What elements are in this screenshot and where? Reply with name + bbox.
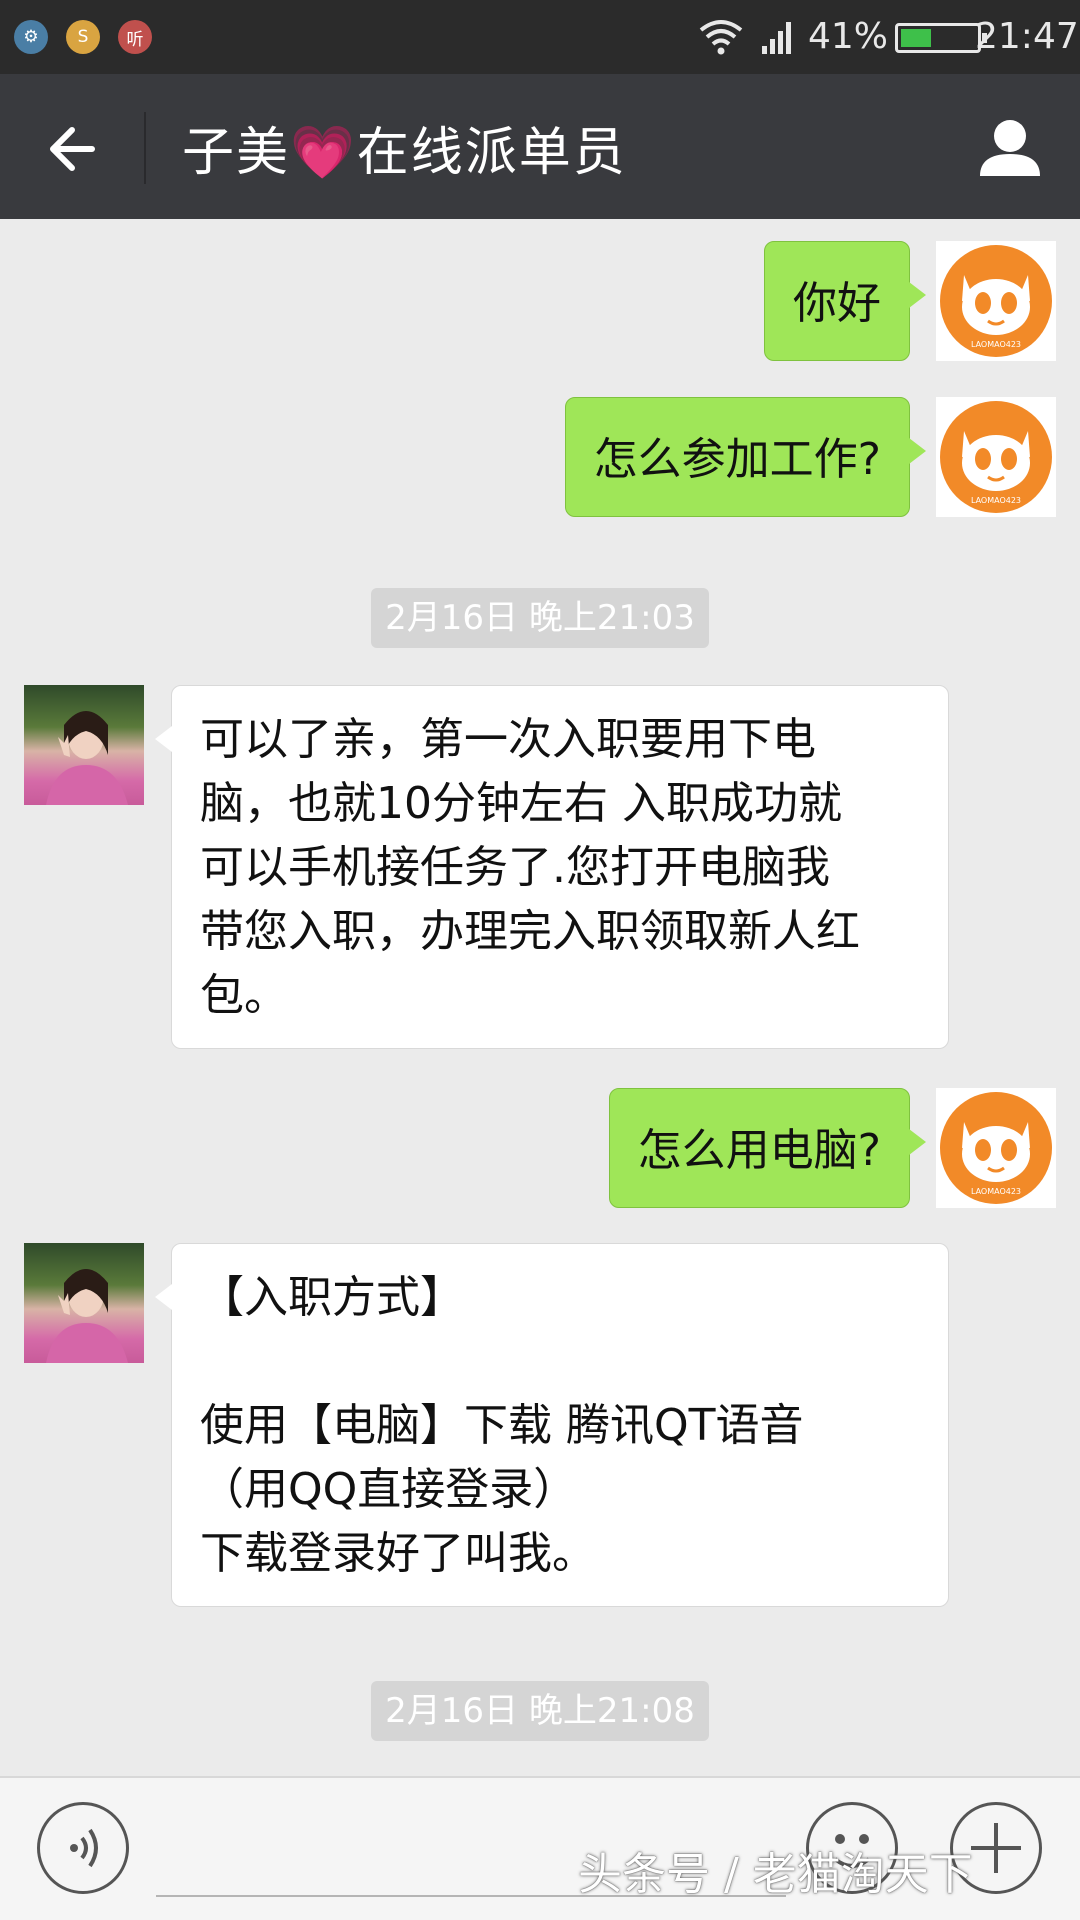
voice-input-button[interactable] <box>37 1802 129 1894</box>
my-message-bubble[interactable]: 怎么参加工作? <box>564 397 927 517</box>
chat-header: 子美💗在线派单员 <box>0 74 1080 219</box>
girl-photo-avatar-icon <box>46 1269 128 1363</box>
avatar-caption: LAOMAO423 <box>971 496 1021 505</box>
signal-icon <box>762 22 791 54</box>
avatar-caption: LAOMAO423 <box>971 1187 1021 1196</box>
battery-level <box>901 29 931 47</box>
profile-icon[interactable] <box>975 114 1045 184</box>
contact-avatar[interactable] <box>24 1243 144 1363</box>
my-avatar[interactable]: LAOMAO423 <box>936 241 1056 361</box>
clock: 21:47 <box>975 16 1079 57</box>
my-message-bubble[interactable]: 你好 <box>764 241 926 361</box>
orange-cat-avatar-icon: LAOMAO423 <box>940 401 1052 513</box>
wifi-icon <box>699 20 743 55</box>
status-bar: ⚙ S 听 41% 21:47 <box>0 0 1080 74</box>
battery-icon <box>895 23 987 53</box>
chat-area[interactable]: 你好 LAOMAO423 怎么参加工作? LAOMAO423 2月16日 晚上2… <box>0 219 1080 1776</box>
contact-message-bubble[interactable]: 可以了亲，第一次入职要用下电 脑，也就10分钟左右 入职成功就 可以手机接任务了… <box>155 685 949 1049</box>
app-s-icon: S <box>66 20 100 54</box>
my-message-bubble[interactable]: 怎么用电脑? <box>608 1088 927 1208</box>
my-avatar[interactable]: LAOMAO423 <box>936 397 1056 517</box>
timestamp-label: 2月16日 晚上21:03 <box>371 588 709 648</box>
battery-percent: 41% <box>808 16 889 57</box>
back-arrow-icon[interactable] <box>40 114 110 184</box>
chat-title: 子美💗在线派单员 <box>182 123 627 183</box>
contact-avatar[interactable] <box>24 685 144 805</box>
contact-message-bubble[interactable]: 【入职方式】 使用【电脑】下载 腾讯QT语音 （用QQ直接登录） 下载登录好了叫… <box>155 1243 949 1607</box>
watermark-text: 头条号 / 老猫淘天下 <box>578 1849 973 1900</box>
listen-app-icon: 听 <box>118 20 152 54</box>
voice-icon <box>70 1828 98 1868</box>
header-divider <box>144 112 146 184</box>
orange-cat-avatar-icon: LAOMAO423 <box>940 245 1052 357</box>
timestamp-label: 2月16日 晚上21:08 <box>371 1681 709 1741</box>
girl-photo-avatar-icon <box>46 711 128 805</box>
orange-cat-avatar-icon: LAOMAO423 <box>940 1092 1052 1204</box>
my-avatar[interactable]: LAOMAO423 <box>936 1088 1056 1208</box>
avatar-caption: LAOMAO423 <box>971 340 1021 349</box>
android-robot-icon: ⚙ <box>14 20 48 54</box>
